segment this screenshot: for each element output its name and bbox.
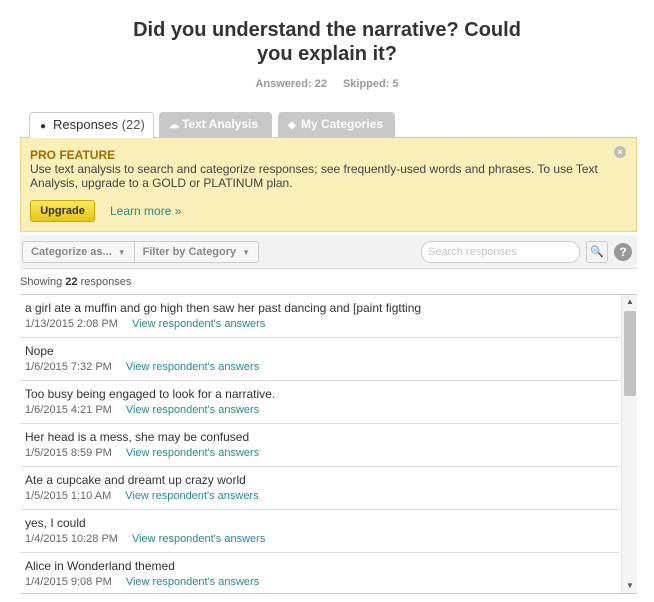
chevron-down-icon: ▼ [242,248,251,257]
tab-count: (22) [121,117,145,132]
view-respondent-link[interactable]: View respondent's answers [126,447,259,459]
cloud-icon: ☁ [169,120,179,131]
tag-icon: ◆ [288,120,296,131]
response-text: Ate a cupcake and dreamt up crazy world [25,473,246,487]
tab-text-analysis[interactable]: ☁ Text Analysis [159,112,272,137]
question-title: Did you understand the narrative? Could … [0,18,654,66]
learn-more-link[interactable]: Learn more » [110,204,181,218]
list-item: Ate a cupcake and dreamt up crazy world … [20,467,620,510]
scroll-up-icon[interactable]: ▲ [622,295,637,309]
list-item: Her head is a mess, she may be confused … [20,424,620,467]
response-timestamp: 1/4/2015 10:28 PM [25,533,118,545]
tab-my-categories[interactable]: ◆ My Categories [278,112,395,137]
showing-number: 22 [65,276,78,288]
tab-label: My Categories [301,117,384,131]
view-respondent-link[interactable]: View respondent's answers [132,533,265,545]
response-text: Nope [25,344,54,358]
view-respondent-link[interactable]: View respondent's answers [126,361,259,373]
pro-feature-text: Use text analysis to search and categori… [30,162,598,190]
showing-suffix: responses [80,276,132,288]
view-respondent-link[interactable]: View respondent's answers [126,576,259,588]
pro-feature-title: PRO FEATURE [30,148,116,162]
tab-responses[interactable]: ● Responses (22) [29,112,154,138]
response-meta: 1/13/2015 2:08 PM View respondent's answe… [25,317,620,332]
response-list-items: a girl ate a muffin and go high then saw… [20,295,620,593]
speech-bubble-icon: ● [40,121,47,132]
pro-feature-banner: PRO FEATURE Use text analysis to search … [20,137,637,232]
list-item: Alice in Wonderland themed 1/4/2015 9:08… [20,553,620,593]
response-text: a girl ate a muffin and go high then saw… [25,301,422,315]
tab-label: Text Analysis [182,117,259,131]
response-meta: 1/6/2015 7:32 PM View respondent's answer… [25,360,620,375]
response-list: a girl ate a muffin and go high then saw… [20,294,637,594]
search-button[interactable]: 🔍 [586,241,608,263]
response-meta: 1/5/2015 1:10 AM View respondent's answer… [25,489,620,504]
response-text: Alice in Wonderland themed [25,559,175,573]
list-item: Nope 1/6/2015 7:32 PM View respondent's a… [20,338,620,381]
search-icon: 🔍 [590,246,604,258]
tab-label: Responses [53,117,119,132]
chevron-down-icon: ▼ [117,248,126,257]
view-respondent-link[interactable]: View respondent's answers [125,490,258,502]
skipped-count: Skipped: 5 [342,78,399,90]
list-item: Too busy being engaged to look for a nar… [20,381,620,424]
list-item: a girl ate a muffin and go high then saw… [20,295,620,338]
response-meta: 1/5/2015 8:59 PM View respondent's answer… [25,446,620,461]
scrollbar[interactable]: ▲ ▼ [621,295,637,593]
response-meta: 1/4/2015 9:08 PM View respondent's answer… [25,575,620,590]
response-text: Her head is a mess, she may be confused [25,430,250,444]
scroll-down-icon[interactable]: ▼ [622,579,637,593]
answered-count: Answered: 22 [255,78,327,90]
showing-prefix: Showing [20,276,63,288]
response-timestamp: 1/5/2015 8:59 PM [25,447,112,459]
filter-label: Filter by Category [142,246,237,258]
response-meta: 1/6/2015 4:21 PM View respondent's answer… [25,403,620,418]
showing-count: Showing 22 responses [20,276,131,288]
response-timestamp: 1/4/2015 9:08 PM [25,576,112,588]
response-text: yes, I could [25,516,86,530]
response-timestamp: 1/5/2015 1:10 AM [25,490,112,502]
categorize-dropdown[interactable]: Categorize as... ▼ [23,242,134,262]
list-item: yes, I could 1/4/2015 10:28 PM View respo… [20,510,620,553]
response-timestamp: 1/6/2015 7:32 PM [25,361,112,373]
search-input[interactable] [421,241,580,263]
help-icon[interactable]: ? [614,243,632,261]
upgrade-button[interactable]: Upgrade [30,200,95,222]
question-title-line: you explain it? [256,43,398,65]
view-respondent-link[interactable]: View respondent's answers [132,318,265,330]
question-title-line: Did you understand the narrative? Could [133,19,521,41]
close-icon[interactable]: × [614,146,626,158]
view-respondent-link[interactable]: View respondent's answers [126,404,259,416]
response-meta: 1/4/2015 10:28 PM View respondent's answe… [25,532,620,547]
response-timestamp: 1/6/2015 4:21 PM [25,404,112,416]
response-stats: Answered: 22 Skipped: 5 [0,78,654,90]
categorize-label: Categorize as... [31,246,112,258]
scrollbar-thumb[interactable] [624,311,636,396]
response-text: Too busy being engaged to look for a nar… [25,387,276,401]
filter-dropdown[interactable]: Filter by Category ▼ [133,242,258,262]
response-timestamp: 1/13/2015 2:08 PM [25,318,118,330]
responses-toolbar: Categorize as...▼ Filter by Category▼ 🔍 … [20,235,637,269]
toolbar-dropdowns: Categorize as... ▼ Filter by Category ▼ [22,241,260,263]
